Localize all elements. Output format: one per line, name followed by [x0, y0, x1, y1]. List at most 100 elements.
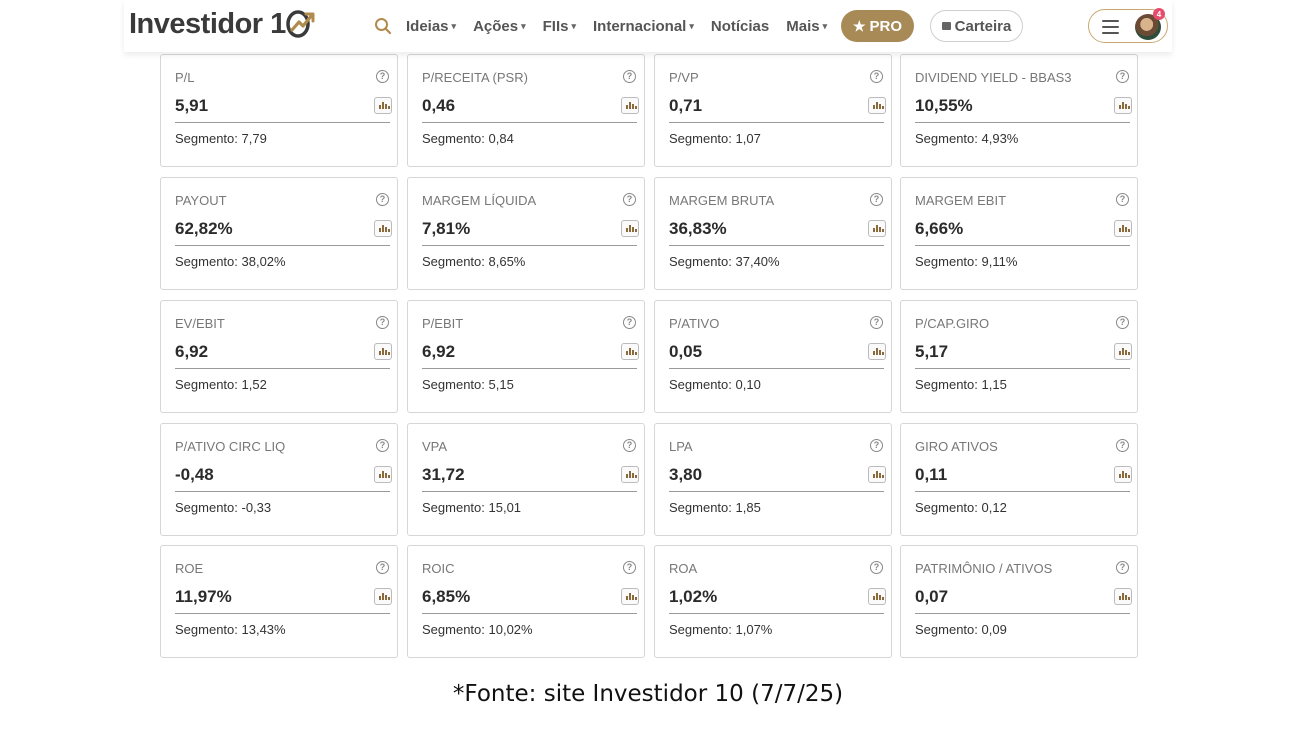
help-icon[interactable]: ?	[870, 561, 883, 574]
segment-value: 15,01	[488, 500, 522, 515]
chart-icon[interactable]	[1114, 220, 1132, 237]
indicator-label: P/EBIT	[422, 316, 464, 331]
help-icon[interactable]: ?	[870, 316, 883, 329]
help-icon[interactable]: ?	[376, 316, 389, 329]
chart-icon[interactable]	[621, 97, 639, 114]
indicator-card: P/EBIT? 6,92 Segmento: 5,15	[407, 300, 645, 413]
indicator-card: MARGEM BRUTA? 36,83% Segmento: 37,40%	[654, 177, 892, 290]
indicator-value: 0,11	[915, 465, 948, 484]
segment-prefix: Segmento:	[422, 500, 485, 515]
chart-icon[interactable]	[868, 220, 886, 237]
indicator-label: P/RECEITA (PSR)	[422, 70, 528, 85]
segment-value: 1,07	[735, 131, 761, 146]
chart-icon[interactable]	[868, 343, 886, 360]
segment-text: Segmento: 7,79	[175, 131, 267, 146]
chart-icon[interactable]	[1114, 466, 1132, 483]
chart-icon[interactable]	[374, 343, 392, 360]
chart-icon[interactable]	[1114, 343, 1132, 360]
wallet-icon	[941, 22, 951, 30]
nav-item-ideias[interactable]: Ideias ▾	[406, 18, 456, 35]
search-icon[interactable]	[374, 17, 392, 35]
chart-icon[interactable]	[621, 466, 639, 483]
indicator-label: P/VP	[669, 70, 699, 85]
indicator-value: 6,92	[175, 342, 209, 361]
help-icon[interactable]: ?	[1116, 316, 1129, 329]
indicator-card: MARGEM LÍQUIDA? 7,81% Segmento: 8,65%	[407, 177, 645, 290]
indicator-label: EV/EBIT	[175, 316, 225, 331]
segment-value: 13,43%	[241, 622, 286, 637]
indicator-label: P/CAP.GIRO	[915, 316, 990, 331]
nav-item-mais[interactable]: Mais ▾	[786, 18, 827, 35]
user-menu-button[interactable]: 4	[1088, 8, 1168, 43]
indicator-value: 62,82%	[175, 219, 233, 238]
segment-value: 38,02%	[241, 254, 286, 269]
chart-icon[interactable]	[868, 588, 886, 605]
logo[interactable]: Investidor 1	[129, 6, 316, 42]
divider	[669, 122, 884, 123]
chart-icon[interactable]	[621, 220, 639, 237]
segment-text: Segmento: 0,84	[422, 131, 514, 146]
segment-prefix: Segmento:	[669, 500, 732, 515]
divider	[669, 245, 884, 246]
help-icon[interactable]: ?	[623, 70, 636, 83]
indicator-value: 36,83%	[669, 219, 727, 238]
chart-icon[interactable]	[1114, 97, 1132, 114]
indicator-label: MARGEM LÍQUIDA	[422, 193, 537, 208]
help-icon[interactable]: ?	[1116, 561, 1129, 574]
help-icon[interactable]: ?	[1116, 193, 1129, 206]
divider	[915, 613, 1130, 614]
chart-icon[interactable]	[374, 588, 392, 605]
segment-text: Segmento: 4,93%	[915, 131, 1018, 146]
chart-icon[interactable]	[868, 466, 886, 483]
help-icon[interactable]: ?	[1116, 70, 1129, 83]
divider	[915, 122, 1130, 123]
nav-item-ações[interactable]: Ações ▾	[473, 18, 526, 35]
chart-icon[interactable]	[621, 588, 639, 605]
chart-icon[interactable]	[621, 343, 639, 360]
segment-text: Segmento: 37,40%	[669, 254, 780, 269]
segment-value: 5,15	[488, 377, 514, 392]
nav-item-label: Notícias	[710, 17, 770, 35]
help-icon[interactable]: ?	[376, 439, 389, 452]
chart-icon[interactable]	[868, 97, 886, 114]
segment-value: 0,09	[981, 622, 1007, 637]
chart-icon[interactable]	[1114, 588, 1132, 605]
segment-prefix: Segmento:	[915, 377, 978, 392]
segment-prefix: Segmento:	[915, 500, 978, 515]
segment-prefix: Segmento:	[669, 377, 732, 392]
segment-value: 37,40%	[735, 254, 780, 269]
nav-item-fiis[interactable]: FIIs ▾	[543, 18, 576, 35]
divider	[669, 613, 884, 614]
segment-value: 7,79	[241, 131, 267, 146]
divider	[915, 245, 1130, 246]
segment-text: Segmento: 38,02%	[175, 254, 286, 269]
nav-item-internacional[interactable]: Internacional ▾	[593, 18, 694, 35]
help-icon[interactable]: ?	[623, 439, 636, 452]
indicator-value: 3,80	[669, 465, 703, 484]
divider	[175, 491, 390, 492]
help-icon[interactable]: ?	[870, 70, 883, 83]
help-icon[interactable]: ?	[1116, 439, 1129, 452]
chart-icon[interactable]	[374, 466, 392, 483]
carteira-button[interactable]: Carteira	[930, 10, 1023, 42]
nav-item-notícias[interactable]: Notícias	[711, 18, 769, 35]
segment-value: 1,07%	[735, 622, 773, 637]
help-icon[interactable]: ?	[376, 193, 389, 206]
indicator-value: 0,05	[669, 342, 703, 361]
help-icon[interactable]: ?	[870, 439, 883, 452]
help-icon[interactable]: ?	[623, 316, 636, 329]
indicator-card: EV/EBIT? 6,92 Segmento: 1,52	[160, 300, 398, 413]
help-icon[interactable]: ?	[870, 193, 883, 206]
help-icon[interactable]: ?	[376, 70, 389, 83]
indicator-card: ROE? 11,97% Segmento: 13,43%	[160, 545, 398, 658]
help-icon[interactable]: ?	[623, 561, 636, 574]
pro-button[interactable]: ★ PRO	[841, 10, 914, 42]
indicator-label: MARGEM EBIT	[915, 193, 1007, 208]
indicator-label: LPA	[669, 439, 693, 454]
help-icon[interactable]: ?	[376, 561, 389, 574]
indicator-card: ROA? 1,02% Segmento: 1,07%	[654, 545, 892, 658]
segment-prefix: Segmento:	[915, 622, 978, 637]
chart-icon[interactable]	[374, 220, 392, 237]
help-icon[interactable]: ?	[623, 193, 636, 206]
chart-icon[interactable]	[374, 97, 392, 114]
